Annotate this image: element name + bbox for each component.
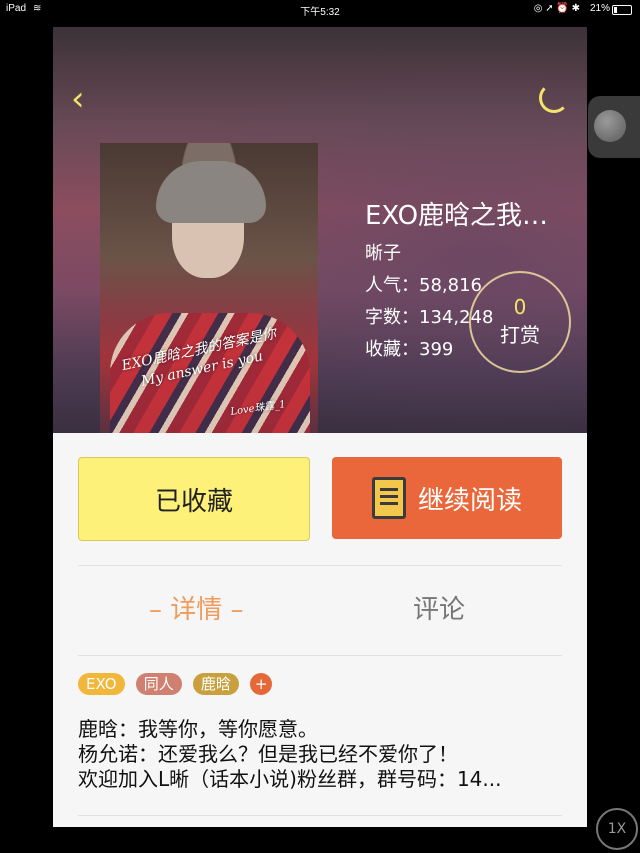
status-indicators-icon: ◎ ➚ ⏰ ✱ (533, 3, 580, 14)
description-line: 鹿晗：我等你，等你愿意。 (78, 717, 318, 741)
status-bar: iPad ≋ 下午5:32 ◎ ➚ ⏰ ✱ 21% (0, 0, 640, 20)
divider (78, 655, 562, 656)
book-icon (371, 477, 406, 519)
assistive-touch-button[interactable] (588, 96, 640, 158)
zoom-1x-button[interactable]: 1X (596, 808, 638, 850)
tag-luhan[interactable]: 鹿晗 (192, 673, 239, 695)
book-description[interactable]: 鹿晗：我等你，等你愿意。 杨允诺：还爱我么？但是我已经不爱你了！ 欢迎加入L晰（… (78, 717, 562, 792)
description-line: 欢迎加入L晰（话本小说)粉丝群，群号码：14... (78, 767, 502, 791)
tag-exo[interactable]: EXO (78, 673, 125, 695)
loading-icon (539, 83, 569, 113)
tag-fanfic[interactable]: 同人 (135, 673, 182, 695)
collected-button[interactable]: 已收藏 (78, 457, 310, 541)
back-icon[interactable]: ‹ (71, 79, 101, 119)
continue-reading-label: 继续阅读 (417, 485, 522, 516)
divider (78, 815, 562, 816)
book-detail-screen: ‹ EXO鹿晗之我的答案是你 My answer is you Love珠露_1… (53, 27, 587, 827)
action-bar: 已收藏 继续阅读 (78, 457, 562, 541)
reward-label: 打赏 (500, 323, 540, 347)
add-tag-button[interactable]: + (249, 673, 272, 695)
book-title: EXO鹿晗之我… (365, 201, 549, 231)
tab-details[interactable]: – 详情 – (149, 589, 244, 626)
tag-list: EXO 同人 鹿晗 + (78, 673, 278, 697)
popularity-stat: 人气：58,816 (365, 275, 482, 296)
favorites-stat: 收藏：399 (365, 339, 454, 360)
tab-comments[interactable]: 评论 (413, 589, 465, 626)
book-cover[interactable]: EXO鹿晗之我的答案是你 My answer is you Love珠露_1 (100, 143, 318, 433)
battery-icon (612, 5, 632, 15)
book-author[interactable]: 晰子 (365, 239, 401, 265)
description-line: 杨允诺：还爱我么？但是我已经不爱你了！ (78, 742, 458, 766)
reward-button[interactable]: 0 打赏 (469, 271, 571, 373)
reward-count: 0 (513, 295, 527, 319)
assistive-touch-icon (594, 110, 626, 142)
battery-percent: 21% (589, 3, 610, 14)
book-header: ‹ EXO鹿晗之我的答案是你 My answer is you Love珠露_1… (53, 27, 587, 433)
continue-reading-button[interactable]: 继续阅读 (332, 457, 562, 539)
divider (78, 565, 562, 566)
